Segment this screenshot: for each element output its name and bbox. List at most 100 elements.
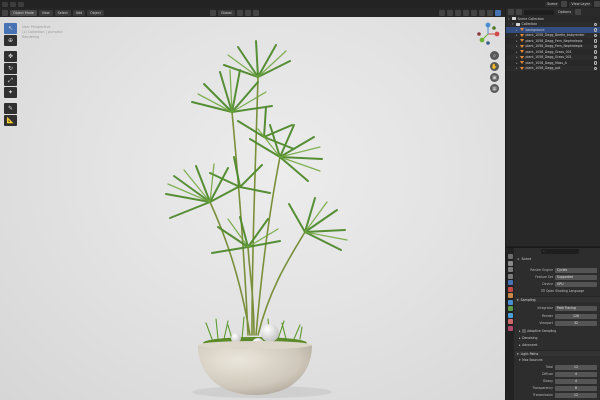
scene-name: Scene xyxy=(547,2,558,6)
constraints-tab-icon[interactable] xyxy=(507,319,513,324)
eye-icon[interactable] xyxy=(593,28,597,32)
render-engine-dropdown[interactable]: Cycles xyxy=(555,267,597,273)
bounces-diffuse-field[interactable]: 4 xyxy=(555,371,597,377)
pencil-icon: ✎ xyxy=(7,104,14,112)
select-box-tool[interactable]: ↖ xyxy=(4,23,17,34)
shading-rendered-icon[interactable] xyxy=(495,9,501,16)
eye-icon[interactable] xyxy=(593,61,597,65)
view-layer-selector[interactable]: View Layer xyxy=(569,1,592,7)
object-mode-icon[interactable] xyxy=(18,1,24,7)
properties-search-input[interactable]: ⌕ xyxy=(541,249,579,254)
perspective-toggle-icon[interactable]: ▦ xyxy=(490,84,499,93)
eye-icon[interactable] xyxy=(593,44,597,48)
viewport-samples-field[interactable]: 32 xyxy=(555,320,597,326)
outliner-item-label: plant_1058_Dagg_pot xyxy=(525,66,561,71)
bounces-transparency-label: Transparency xyxy=(532,386,553,390)
editor-type-icon[interactable] xyxy=(508,9,514,15)
cursor-tool[interactable]: ⊕ xyxy=(4,35,17,46)
move-tool[interactable]: ✥ xyxy=(4,51,17,62)
orientation-selector[interactable]: Global xyxy=(218,9,235,16)
3d-cursor-icon: ⊕ xyxy=(7,36,14,44)
menu-view[interactable]: View xyxy=(38,9,53,16)
integrator-dropdown[interactable]: Path Tracing xyxy=(555,305,597,311)
menu-select[interactable]: Select xyxy=(54,9,71,16)
feature-set-dropdown[interactable]: Supported xyxy=(555,274,597,280)
denoising-subpanel[interactable]: ▸ Denoising xyxy=(519,335,599,341)
render-tab-icon[interactable] xyxy=(507,260,513,266)
bounces-transmission-row: Transmission 12 xyxy=(515,392,600,398)
tool-tab-icon[interactable] xyxy=(507,254,513,259)
blender-menu-icon[interactable] xyxy=(2,1,8,7)
view-layer-tab-icon[interactable] xyxy=(507,273,513,279)
outliner-row[interactable]: ▸ plant_1058_Dagg_pot xyxy=(506,65,600,71)
pivot-icon[interactable] xyxy=(236,9,243,16)
menu-object[interactable]: Object xyxy=(87,9,104,16)
gizmo-toggle-icon[interactable] xyxy=(447,9,453,16)
view-layer-icon[interactable] xyxy=(594,1,600,7)
eye-icon[interactable] xyxy=(593,55,597,59)
world-tab-icon[interactable] xyxy=(507,286,513,292)
orientation-icon[interactable] xyxy=(210,9,216,16)
eye-icon[interactable] xyxy=(593,33,597,37)
eye-icon[interactable] xyxy=(593,66,597,70)
menu-add[interactable]: Add xyxy=(72,9,86,16)
snap-icon[interactable] xyxy=(244,9,251,16)
scene-settings-icon[interactable] xyxy=(561,1,568,7)
editor-type-icon[interactable] xyxy=(2,9,8,16)
particles-tab-icon[interactable] xyxy=(507,306,513,311)
output-tab-icon[interactable] xyxy=(507,267,513,272)
pan-hand-icon[interactable]: ✋ xyxy=(490,62,499,71)
adaptive-sampling-checkbox[interactable] xyxy=(522,329,526,333)
measure-tool[interactable]: 📐 xyxy=(4,115,17,126)
light-paths-panel-header[interactable]: ▾ Light Paths xyxy=(515,350,600,356)
osl-checkbox-row[interactable]: Open Shading Language xyxy=(541,288,596,293)
visibility-icon[interactable] xyxy=(439,9,445,16)
filter-icon[interactable] xyxy=(575,9,582,15)
zoom-icon[interactable]: ⌕ xyxy=(490,51,499,60)
rotate-tool[interactable]: ↻ xyxy=(4,63,17,74)
view-layer-name: View Layer xyxy=(571,2,590,6)
eye-icon[interactable] xyxy=(593,22,597,26)
shading-solid-icon[interactable] xyxy=(479,9,485,16)
eye-icon[interactable] xyxy=(593,50,597,54)
navigation-gizmo[interactable] xyxy=(475,21,501,47)
bounces-glossy-field[interactable]: 4 xyxy=(555,378,597,384)
sampling-panel-header[interactable]: ▾ Sampling xyxy=(515,296,600,302)
modifier-tab-icon[interactable] xyxy=(507,299,513,305)
scene-tab-icon[interactable] xyxy=(507,280,513,285)
xray-icon[interactable] xyxy=(463,9,469,16)
adaptive-sampling-subpanel[interactable]: ▸ Adaptive Sampling xyxy=(519,328,599,334)
bounces-transparency-field[interactable]: 8 xyxy=(555,385,597,391)
eye-icon[interactable] xyxy=(593,39,597,43)
transform-tool[interactable]: ✦ xyxy=(4,87,17,98)
scene-selector[interactable]: Scene xyxy=(545,1,560,7)
camera-view-icon[interactable]: ▣ xyxy=(490,73,499,82)
shading-material-icon[interactable] xyxy=(487,9,493,16)
device-dropdown[interactable]: GPU xyxy=(555,281,597,287)
display-mode-icon[interactable] xyxy=(516,9,522,15)
max-bounces-subpanel[interactable]: ▾ Max Bounces xyxy=(519,357,599,363)
3d-viewport[interactable]: User Perspective (1) Collection | pumpki… xyxy=(0,17,505,400)
chevron-down-icon: ▾ xyxy=(517,297,519,302)
shading-wireframe-icon[interactable] xyxy=(471,9,477,16)
properties-body: ⌕ ◈ Scene Render Engine Cycles Feature S… xyxy=(515,248,600,400)
render-samples-field[interactable]: 128 xyxy=(555,313,597,319)
editor-type-icon[interactable] xyxy=(10,1,16,7)
render-engine-row: Render Engine Cycles xyxy=(515,267,600,273)
osl-checkbox[interactable] xyxy=(541,288,545,293)
bounces-total-field[interactable]: 12 xyxy=(555,364,597,370)
mode-selector[interactable]: Object Mode xyxy=(10,9,37,16)
light-paths-label: Light Paths xyxy=(520,351,539,356)
object-tab-icon[interactable] xyxy=(507,293,513,298)
advanced-subpanel[interactable]: ▸ Advanced xyxy=(519,342,599,348)
scale-tool[interactable]: ⤢ xyxy=(4,75,17,86)
physics-tab-icon[interactable] xyxy=(507,312,513,318)
feature-set-label: Feature Set xyxy=(535,275,553,279)
proportional-edit-icon[interactable] xyxy=(252,9,259,16)
material-tab-icon[interactable] xyxy=(507,325,513,331)
overlay-icon[interactable] xyxy=(455,9,461,16)
bounces-transmission-field[interactable]: 12 xyxy=(555,392,597,398)
annotate-tool[interactable]: ✎ xyxy=(4,103,17,114)
outliner-options[interactable]: Options xyxy=(556,9,574,15)
outliner-search-input[interactable] xyxy=(524,9,554,15)
